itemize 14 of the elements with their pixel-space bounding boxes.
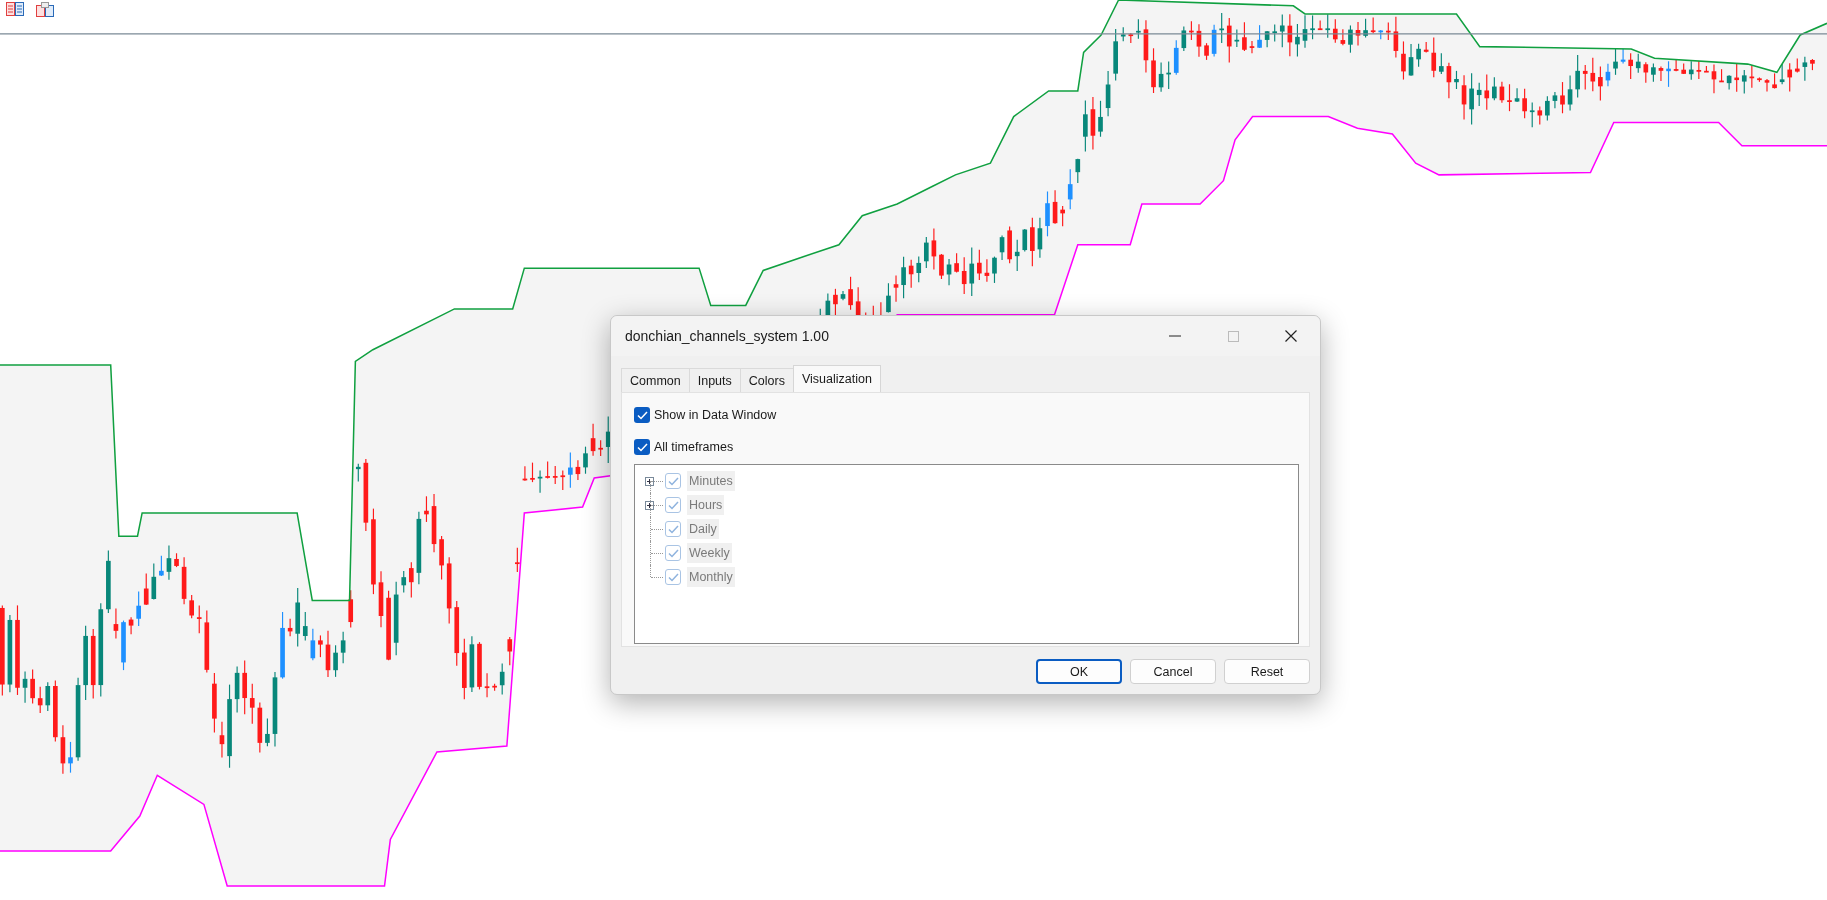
dialog-button[interactable]: OK	[1036, 659, 1122, 684]
maximize-icon	[1227, 330, 1239, 342]
dialog-button[interactable]: Reset	[1224, 659, 1310, 684]
checkbox[interactable]	[634, 439, 650, 455]
dialog-button[interactable]: Cancel	[1130, 659, 1216, 684]
dialog-title: donchian_channels_system 1.00	[625, 328, 830, 344]
close-icon[interactable]	[1285, 330, 1297, 342]
list-icon[interactable]	[6, 2, 24, 16]
tab[interactable]: Common	[621, 368, 690, 392]
checkbox[interactable]	[634, 407, 650, 423]
tab[interactable]: Visualization	[792, 365, 881, 392]
checkbox-label: Show in Data Window	[654, 408, 777, 422]
template-icon[interactable]	[36, 2, 54, 17]
checkbox-label: All timeframes	[654, 440, 734, 454]
